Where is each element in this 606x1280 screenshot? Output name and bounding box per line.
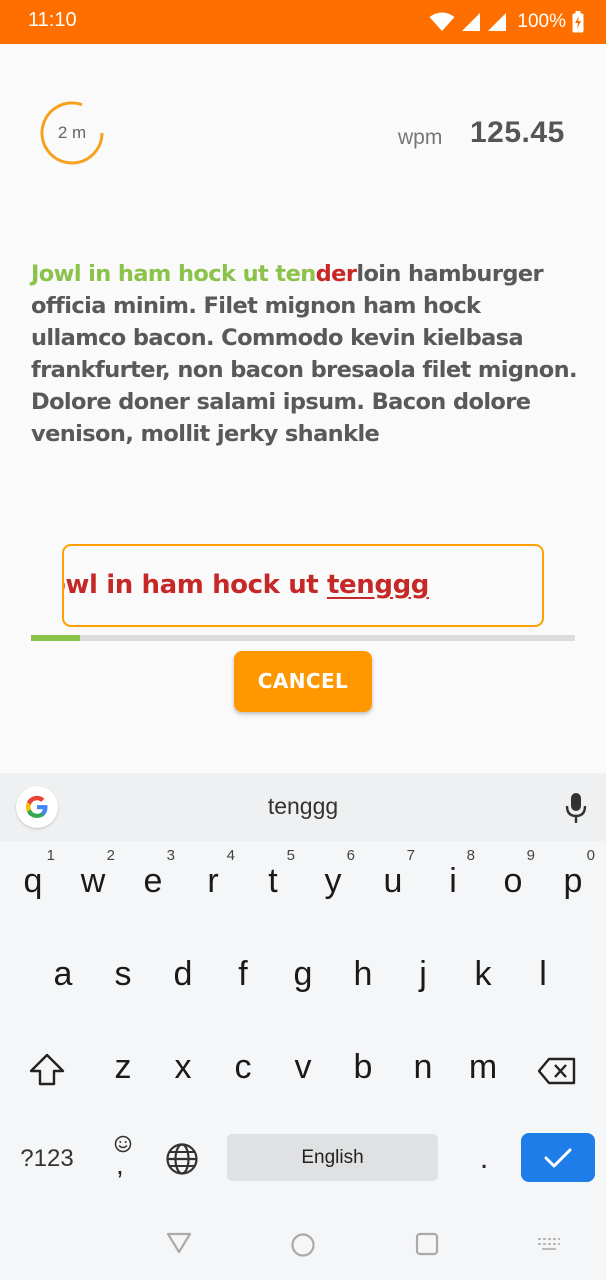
suggestion-word[interactable]: tenggg (0, 793, 606, 820)
key-a[interactable]: a (33, 934, 93, 1014)
key-label: k (474, 955, 492, 993)
key-m[interactable]: m (453, 1027, 513, 1107)
key-f[interactable]: f (213, 934, 273, 1014)
key-r[interactable]: 4r (183, 841, 243, 921)
navigation-bar (0, 1213, 606, 1280)
passage-typed-error: der (315, 261, 357, 287)
key-label: g (293, 955, 313, 993)
shift-key[interactable] (28, 1053, 66, 1087)
space-key[interactable]: English (227, 1134, 438, 1181)
key-t[interactable]: 5t (243, 841, 303, 921)
key-label: y (324, 862, 342, 900)
timer: 2 m (40, 101, 104, 165)
timer-label: 2 m (57, 123, 87, 142)
key-label: h (353, 955, 373, 993)
key-label: e (143, 862, 163, 900)
key-i[interactable]: 8i (423, 841, 483, 921)
microphone-icon[interactable] (562, 791, 590, 825)
key-label: s (114, 955, 132, 993)
period-key[interactable]: . (466, 1129, 502, 1189)
current-word: tenggg (326, 570, 429, 600)
key-label: p (563, 862, 583, 900)
key-l[interactable]: l (513, 934, 573, 1014)
keyboard-hide-icon[interactable] (537, 1237, 561, 1253)
key-label: z (114, 1048, 132, 1086)
key-w[interactable]: 2w (63, 841, 123, 921)
enter-key[interactable] (521, 1133, 595, 1182)
comma-emoji-key[interactable]: , (108, 1129, 138, 1189)
battery-percent: 100% (517, 11, 566, 32)
key-label: r (207, 862, 219, 900)
comma-label: , (116, 1149, 124, 1180)
status-icons: 100% (429, 8, 584, 36)
key-label: o (503, 862, 523, 900)
key-label: m (468, 1048, 498, 1086)
key-label: i (449, 862, 457, 900)
key-d[interactable]: d (153, 934, 213, 1014)
signal-icon (488, 13, 507, 31)
key-p[interactable]: 0p (543, 841, 603, 921)
checkmark-icon (544, 1148, 572, 1168)
key-label: t (268, 862, 278, 900)
progress-fill (31, 635, 80, 641)
key-label: v (294, 1048, 312, 1086)
passage-text: Jowl in ham hock ut tenderloin hamburger… (31, 258, 581, 450)
status-bar: 11:10 100% (0, 0, 606, 44)
passage-typed-correct: Jowl in ham hock ut ten (31, 261, 316, 287)
wifi-icon (429, 12, 455, 31)
key-label: c (234, 1048, 252, 1086)
backspace-key[interactable] (537, 1057, 577, 1085)
wpm-label: wpm (398, 126, 443, 149)
typed-prefix: Jowl in ham hock ut (62, 570, 327, 600)
key-label: w (80, 862, 106, 900)
key-v[interactable]: v (273, 1027, 333, 1107)
home-circle-icon[interactable] (290, 1232, 316, 1258)
key-label: d (173, 955, 193, 993)
passage-remaining: loin hamburger officia minim. Filet mign… (31, 261, 578, 447)
globe-icon[interactable] (165, 1142, 199, 1176)
key-label: b (353, 1048, 373, 1086)
key-c[interactable]: c (213, 1027, 273, 1107)
progress-bar (31, 635, 575, 641)
typing-input[interactable]: Jowl in ham hock ut tenggg (62, 544, 544, 627)
key-k[interactable]: k (453, 934, 513, 1014)
key-label: l (539, 955, 547, 993)
back-triangle-icon[interactable] (166, 1231, 192, 1255)
key-b[interactable]: b (333, 1027, 393, 1107)
key-label: u (383, 862, 403, 900)
wpm-value: 125.45 (470, 116, 565, 149)
cancel-button[interactable]: CANCEL (234, 651, 372, 712)
key-label: a (53, 955, 73, 993)
key-n[interactable]: n (393, 1027, 453, 1107)
typing-input-text: Jowl in ham hock ut tenggg (62, 570, 429, 600)
signal-icon (462, 13, 481, 31)
key-y[interactable]: 6y (303, 841, 363, 921)
key-h[interactable]: h (333, 934, 393, 1014)
key-x[interactable]: x (153, 1027, 213, 1107)
key-o[interactable]: 9o (483, 841, 543, 921)
recents-square-icon[interactable] (415, 1232, 439, 1256)
key-u[interactable]: 7u (363, 841, 423, 921)
key-label: n (413, 1048, 433, 1086)
key-label: j (419, 955, 427, 993)
battery-charging-icon (572, 11, 584, 33)
status-time: 11:10 (28, 9, 77, 31)
key-q[interactable]: 1q (3, 841, 63, 921)
key-label: x (174, 1048, 192, 1086)
key-label: q (23, 862, 43, 900)
key-j[interactable]: j (393, 934, 453, 1014)
key-z[interactable]: z (93, 1027, 153, 1107)
suggestion-bar: tenggg (0, 773, 606, 841)
key-g[interactable]: g (273, 934, 333, 1014)
key-s[interactable]: s (93, 934, 153, 1014)
key-e[interactable]: 3e (123, 841, 183, 921)
key-label: f (238, 955, 248, 993)
keyboard: tenggg 1q2w3e4r5t6y7u8i9o0p a s d f g h j k l z x… (0, 773, 606, 1280)
symbols-key[interactable]: ?123 (14, 1139, 80, 1179)
